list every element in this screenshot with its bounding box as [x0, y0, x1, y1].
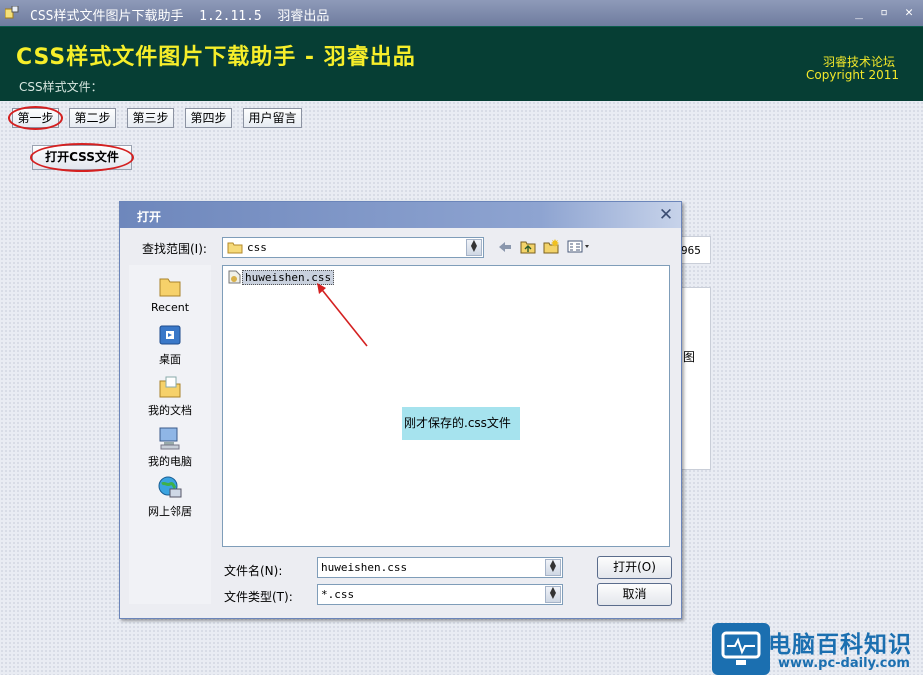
callout-arrow: [317, 283, 368, 347]
dialog-title: 打开: [137, 210, 162, 224]
places-bar: Recent 桌面 我的文档 我的电脑 网上邻居: [129, 265, 211, 604]
place-recent[interactable]: Recent: [129, 273, 211, 314]
cancel-button[interactable]: 取消: [597, 583, 672, 606]
filetype-select[interactable]: *.css ▲ ▼: [317, 584, 563, 605]
step-2-button[interactable]: 第二步: [69, 108, 116, 128]
window-title: CSS样式文件图片下载助手 1.2.11.5 羽睿出品: [30, 9, 330, 24]
app-title: CSS样式文件图片下载助手 - 羽睿出品: [16, 45, 416, 70]
place-desktop[interactable]: 桌面: [129, 323, 211, 367]
step-4-button[interactable]: 第四步: [185, 108, 232, 128]
lookin-combo[interactable]: css ▲ ▼: [222, 237, 484, 258]
place-documents-label: 我的文档: [148, 404, 192, 417]
open-file-dialog: 打开 ✕ 查找范围(I): css ▲ ▼ Recent 桌面 我的文档 我的电…: [119, 201, 682, 619]
view-menu-icon[interactable]: [567, 240, 591, 256]
place-my-computer[interactable]: 我的电脑: [129, 425, 211, 469]
css-file-icon: [228, 270, 241, 287]
watermark-name: 电脑百科知识: [768, 632, 912, 658]
folder-icon: [227, 241, 243, 257]
background-panel-text: 图: [683, 350, 696, 364]
filename-field[interactable]: huweishen.css ▲ ▼: [317, 557, 563, 578]
css-file-label: CSS样式文件：: [19, 80, 103, 94]
file-list[interactable]: huweishen.css 刚才保存的.css文件: [222, 265, 670, 547]
app-header: CSS样式文件图片下载助手 - 羽睿出品 CSS样式文件： 羽睿技术论坛 Cop…: [0, 26, 923, 101]
dialog-close-icon[interactable]: ✕: [657, 206, 675, 224]
app-icon: [4, 5, 19, 19]
close-window-button[interactable]: ✕: [902, 6, 916, 21]
open-button[interactable]: 打开(O): [597, 556, 672, 579]
place-my-computer-label: 我的电脑: [148, 455, 192, 468]
step-1-highlight-ring: [8, 106, 63, 130]
lookin-label: 查找范围(I):: [142, 242, 207, 256]
user-message-button[interactable]: 用户留言: [243, 108, 302, 128]
place-desktop-label: 桌面: [159, 353, 181, 366]
copyright-text: Copyright 2011: [806, 68, 899, 82]
watermark-url: www.pc-daily.com: [778, 656, 910, 671]
up-folder-icon[interactable]: [520, 239, 536, 257]
filetype-dropdown-icon[interactable]: ▲ ▼: [545, 586, 561, 603]
place-recent-label: Recent: [150, 301, 190, 314]
desktop-icon: [157, 323, 183, 349]
filename-value: huweishen.css: [321, 561, 408, 574]
place-documents[interactable]: 我的文档: [129, 374, 211, 418]
lookin-value: css: [247, 241, 267, 254]
chevron-down-icon[interactable]: ▲ ▼: [466, 239, 482, 256]
filename-label: 文件名(N):: [224, 564, 283, 578]
background-field-text: 965: [681, 244, 701, 257]
filename-dropdown-icon[interactable]: ▲ ▼: [545, 559, 561, 576]
window-title-bar[interactable]: CSS样式文件图片下载助手 1.2.11.5 羽睿出品 _ ▫ ✕: [0, 0, 923, 26]
minimize-button[interactable]: _: [852, 6, 866, 21]
filetype-value: *.css: [321, 588, 355, 601]
documents-icon: [157, 374, 183, 400]
new-folder-icon[interactable]: [543, 239, 560, 257]
maximize-button[interactable]: ▫: [877, 6, 891, 21]
network-globe-icon: [157, 475, 183, 501]
back-arrow-icon[interactable]: [498, 241, 512, 256]
watermark-logo: [712, 623, 770, 675]
computer-icon: [157, 425, 183, 451]
watermark: 电脑百科知识 www.pc-daily.com: [712, 623, 923, 675]
callout-note: 刚才保存的.css文件: [402, 407, 520, 440]
place-network-label: 网上邻居: [148, 505, 192, 518]
filetype-label: 文件类型(T):: [224, 590, 293, 604]
place-network[interactable]: 网上邻居: [129, 475, 211, 519]
dialog-title-bar[interactable]: 打开 ✕: [120, 202, 681, 228]
open-css-highlight-ring: [30, 143, 134, 172]
recent-icon: [157, 273, 183, 299]
step-3-button[interactable]: 第三步: [127, 108, 174, 128]
